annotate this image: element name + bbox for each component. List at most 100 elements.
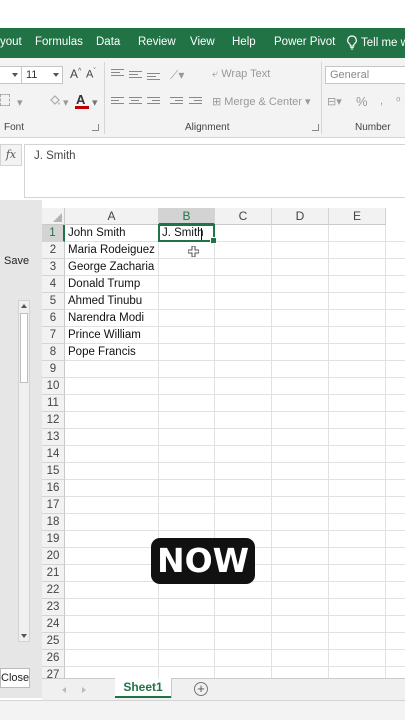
column-header-d[interactable]: D: [272, 208, 329, 225]
grid-line: [271, 225, 272, 694]
align-middle-icon[interactable]: [129, 71, 142, 81]
borders-dropdown-icon[interactable]: ▾: [17, 96, 23, 109]
column-header-c[interactable]: C: [215, 208, 272, 225]
row-header-25[interactable]: 25: [42, 633, 65, 650]
spreadsheet-grid[interactable]: A B C D E 1 2 3 4 5 6 7 8 9 10 11 12 13 14 15 16 17 18 19 20 21 22…: [42, 208, 405, 698]
grow-font-icon[interactable]: A^: [70, 67, 81, 81]
cell-a8[interactable]: Pope Francis: [65, 344, 159, 361]
row-header-19[interactable]: 19: [42, 531, 65, 548]
add-sheet-icon[interactable]: +: [194, 682, 208, 696]
column-header-e[interactable]: E: [329, 208, 386, 225]
scroll-thumb[interactable]: [20, 313, 28, 383]
tab-help[interactable]: Help: [232, 36, 256, 48]
align-right-icon[interactable]: [147, 97, 160, 107]
row-header-7[interactable]: 7: [42, 327, 65, 344]
formula-input[interactable]: J. Smith: [24, 144, 405, 198]
accounting-format-icon[interactable]: ⊟▾: [327, 95, 342, 108]
row-header-17[interactable]: 17: [42, 497, 65, 514]
align-bottom-icon[interactable]: [147, 73, 160, 83]
row-header-8[interactable]: 8: [42, 344, 65, 361]
cell-a3[interactable]: George Zacharia: [65, 259, 159, 276]
tab-review[interactable]: Review: [138, 36, 176, 48]
insert-function-icon[interactable]: fx: [0, 144, 22, 166]
close-button[interactable]: Close: [0, 668, 30, 688]
row-header-12[interactable]: 12: [42, 412, 65, 429]
text-cursor: [201, 228, 202, 240]
lightbulb-icon: [347, 35, 357, 50]
cell-a4[interactable]: Donald Trump: [65, 276, 159, 293]
grid-line: [65, 462, 405, 463]
tab-view[interactable]: View: [190, 36, 215, 48]
align-center-icon[interactable]: [129, 97, 142, 107]
row-header-15[interactable]: 15: [42, 463, 65, 480]
column-header-a[interactable]: A: [65, 208, 159, 225]
wrap-text-button[interactable]: ⤶ Wrap Text: [212, 68, 270, 81]
cell-a6[interactable]: Narendra Modi: [65, 310, 159, 327]
row-header-20[interactable]: 20: [42, 548, 65, 565]
row-header-24[interactable]: 24: [42, 616, 65, 633]
grid-line: [65, 479, 405, 480]
font-color-icon[interactable]: A: [76, 92, 85, 107]
row-header-22[interactable]: 22: [42, 582, 65, 599]
increase-decimal-icon[interactable]: ⁰: [396, 95, 400, 108]
row-header-16[interactable]: 16: [42, 480, 65, 497]
comma-style-icon[interactable]: ,: [380, 95, 383, 107]
row-header-23[interactable]: 23: [42, 599, 65, 616]
row-header-18[interactable]: 18: [42, 514, 65, 531]
shrink-font-icon[interactable]: Aˇ: [86, 68, 96, 81]
cell-a2[interactable]: Maria Rodeiguez: [65, 242, 159, 259]
row-header-3[interactable]: 3: [42, 259, 65, 276]
row-header-1[interactable]: 1: [42, 225, 65, 242]
decrease-indent-icon[interactable]: [170, 97, 183, 107]
font-color-dropdown-icon[interactable]: ▾: [92, 96, 98, 109]
row-header-6[interactable]: 6: [42, 310, 65, 327]
row-header-21[interactable]: 21: [42, 565, 65, 582]
grid-line: [65, 428, 405, 429]
borders-icon[interactable]: [0, 94, 10, 106]
number-format-value: General: [330, 69, 370, 81]
row-header-9[interactable]: 9: [42, 361, 65, 378]
row-header-26[interactable]: 26: [42, 650, 65, 667]
next-sheet-icon[interactable]: [82, 687, 86, 693]
row-header-2[interactable]: 2: [42, 242, 65, 259]
column-header-b[interactable]: B: [159, 208, 215, 225]
merge-center-button[interactable]: ⊞ Merge & Center ▾: [212, 95, 311, 108]
cell-a1[interactable]: John Smith: [65, 225, 159, 242]
alignment-dialog-launcher-icon[interactable]: [312, 124, 319, 131]
vertical-scrollbar[interactable]: [18, 300, 30, 642]
row-header-10[interactable]: 10: [42, 378, 65, 395]
font-color-swatch: [75, 106, 89, 109]
prev-sheet-icon[interactable]: [62, 687, 66, 693]
grid-line: [65, 445, 405, 446]
scroll-down-icon[interactable]: [21, 634, 27, 638]
tab-power-pivot[interactable]: Power Pivot: [274, 36, 335, 48]
font-size-box[interactable]: 11: [21, 66, 63, 84]
sheet-tab-sheet1[interactable]: Sheet1: [115, 678, 171, 698]
tell-me-search[interactable]: Tell me w: [346, 35, 405, 50]
percent-style-icon[interactable]: %: [356, 94, 368, 109]
align-left-icon[interactable]: [111, 97, 124, 107]
font-dialog-launcher-icon[interactable]: [92, 124, 99, 131]
scroll-up-icon[interactable]: [21, 304, 27, 308]
row-header-14[interactable]: 14: [42, 446, 65, 463]
row-header-5[interactable]: 5: [42, 293, 65, 310]
cell-a7[interactable]: Prince William: [65, 327, 159, 344]
overlay-caption: NOW: [151, 538, 255, 584]
orientation-icon[interactable]: ⟋▾: [170, 68, 184, 83]
tab-data[interactable]: Data: [96, 36, 120, 48]
select-all-corner[interactable]: [42, 208, 65, 225]
row-header-4[interactable]: 4: [42, 276, 65, 293]
save-button[interactable]: Save: [4, 255, 29, 267]
tell-me-label: Tell me w: [361, 36, 405, 49]
font-name-box[interactable]: [0, 66, 22, 84]
cell-a5[interactable]: Ahmed Tinubu: [65, 293, 159, 310]
tab-page-layout[interactable]: yout: [0, 36, 22, 48]
row-header-11[interactable]: 11: [42, 395, 65, 412]
fill-color-icon[interactable]: [48, 94, 62, 108]
fill-color-dropdown-icon[interactable]: ▾: [63, 96, 69, 109]
tab-formulas[interactable]: Formulas: [35, 36, 83, 48]
align-top-icon[interactable]: [111, 69, 124, 79]
number-format-box[interactable]: General: [325, 66, 405, 84]
row-header-13[interactable]: 13: [42, 429, 65, 446]
increase-indent-icon[interactable]: [189, 97, 202, 107]
